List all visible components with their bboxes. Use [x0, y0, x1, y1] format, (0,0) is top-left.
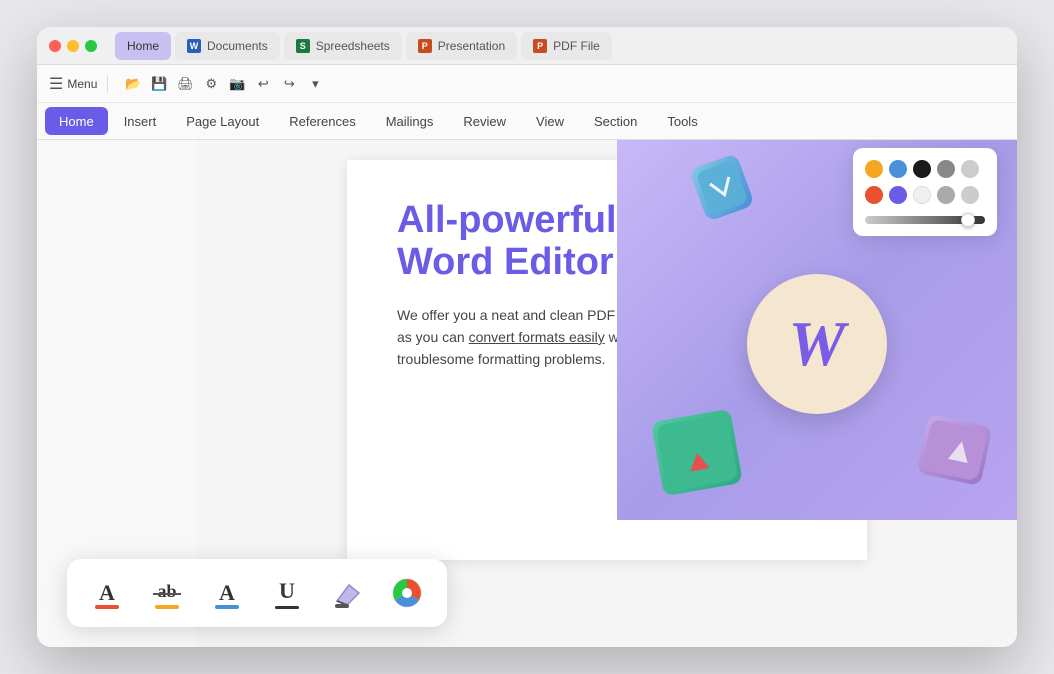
color-white[interactable] — [913, 186, 931, 204]
pdf-icon: P — [533, 39, 547, 53]
nav-mailings-label: Mailings — [386, 114, 434, 129]
color-blue[interactable] — [889, 160, 907, 178]
tab-pdf-label: PDF File — [553, 39, 600, 53]
color-row-2 — [865, 186, 985, 204]
w-logo: W — [789, 307, 846, 381]
color-gray[interactable] — [937, 160, 955, 178]
ribbon-nav: Home Insert Page Layout References Maili… — [37, 103, 1017, 139]
tab-documents-label: Documents — [207, 39, 268, 53]
svg-text:ab: ab — [157, 581, 176, 601]
nav-view[interactable]: View — [522, 107, 578, 135]
tab-presentation-label: Presentation — [438, 39, 505, 53]
titlebar: Home W Documents S Spreedsheets P Presen… — [37, 27, 1017, 65]
svg-text:A: A — [219, 580, 235, 605]
nav-section-label: Section — [594, 114, 637, 129]
color-purple[interactable] — [889, 186, 907, 204]
nav-tools[interactable]: Tools — [653, 107, 711, 135]
tab-home[interactable]: Home — [115, 32, 171, 60]
nav-review-label: Review — [463, 114, 506, 129]
save-icon[interactable]: 💾 — [148, 73, 170, 95]
nav-review[interactable]: Review — [449, 107, 520, 135]
tab-spreadsheets[interactable]: S Spreedsheets — [284, 32, 402, 60]
nav-view-label: View — [536, 114, 564, 129]
nav-page-layout-label: Page Layout — [186, 114, 259, 129]
color-wheel-button[interactable] — [387, 573, 427, 613]
tab-home-label: Home — [127, 39, 159, 53]
color-picker-panel — [853, 148, 997, 236]
color-light-gray-2[interactable] — [961, 186, 979, 204]
text-color-icon: A — [87, 573, 127, 613]
color-black[interactable] — [913, 160, 931, 178]
dropdown-icon[interactable]: ▾ — [304, 73, 326, 95]
tab-presentation[interactable]: P Presentation — [406, 32, 517, 60]
color-wheel-icon — [387, 573, 427, 613]
nav-page-layout[interactable]: Page Layout — [172, 107, 273, 135]
title-line2: Word Editor — [397, 241, 614, 283]
title-line1: All-powerful — [397, 199, 617, 241]
toolbar-separator — [107, 75, 108, 93]
eraser-button[interactable] — [327, 573, 367, 613]
nav-home-label: Home — [59, 114, 94, 129]
traffic-lights — [49, 40, 97, 52]
nav-references[interactable]: References — [275, 107, 369, 135]
underline-icon: U — [267, 573, 307, 613]
font-color-icon: A — [207, 573, 247, 613]
app-window: Home W Documents S Spreedsheets P Presen… — [37, 27, 1017, 647]
minimize-button[interactable] — [67, 40, 79, 52]
color-red[interactable] — [865, 186, 883, 204]
w-coin: W — [747, 274, 887, 414]
underline-text: convert formats easily — [469, 329, 605, 345]
underline-button[interactable]: U — [267, 573, 307, 613]
menu-label: Menu — [67, 77, 97, 91]
word-icon: W — [187, 39, 201, 53]
tab-bar: Home W Documents S Spreedsheets P Presen… — [115, 32, 612, 60]
tab-documents[interactable]: W Documents — [175, 32, 280, 60]
color-light-gray[interactable] — [961, 160, 979, 178]
eraser-icon — [327, 573, 367, 613]
slider-thumb — [961, 213, 975, 227]
svg-text:U: U — [279, 578, 295, 603]
tab-spreadsheets-label: Spreedsheets — [316, 39, 390, 53]
sheets-icon: S — [296, 39, 310, 53]
float-purple-element — [916, 414, 992, 486]
strikethrough-icon: ab — [147, 573, 187, 613]
maximize-button[interactable] — [85, 40, 97, 52]
ppt-icon: P — [418, 39, 432, 53]
nav-insert[interactable]: Insert — [110, 107, 171, 135]
redo-icon[interactable]: ↪ — [278, 73, 300, 95]
brightness-slider[interactable] — [865, 216, 985, 224]
strikethrough-button[interactable]: ab — [147, 573, 187, 613]
color-row-1 — [865, 160, 985, 178]
print-icon[interactable]: 🖨 — [174, 73, 196, 95]
close-button[interactable] — [49, 40, 61, 52]
nav-references-label: References — [289, 114, 355, 129]
nav-home[interactable]: Home — [45, 107, 108, 135]
undo-icon[interactable]: ↩ — [252, 73, 274, 95]
text-color-button[interactable]: A — [87, 573, 127, 613]
float-blue-element — [689, 153, 755, 222]
menu-button[interactable]: ☰ Menu — [49, 74, 97, 94]
bottom-toolbar: A ab A U — [67, 559, 447, 627]
nav-insert-label: Insert — [124, 114, 157, 129]
float-green-element — [651, 409, 743, 497]
nav-section[interactable]: Section — [580, 107, 651, 135]
settings-icon[interactable]: ⚙ — [200, 73, 222, 95]
color-orange[interactable] — [865, 160, 883, 178]
svg-text:A: A — [99, 580, 115, 605]
ribbon: ☰ Menu 📂 💾 🖨 ⚙ 📷 ↩ ↪ ▾ Home Insert — [37, 65, 1017, 140]
color-slider-container — [865, 216, 985, 224]
font-color-button[interactable]: A — [207, 573, 247, 613]
nav-mailings[interactable]: Mailings — [372, 107, 448, 135]
tab-pdf[interactable]: P PDF File — [521, 32, 612, 60]
camera-icon[interactable]: 📷 — [226, 73, 248, 95]
toolbar-icons: 📂 💾 🖨 ⚙ 📷 ↩ ↪ ▾ — [122, 73, 326, 95]
open-file-icon[interactable]: 📂 — [122, 73, 144, 95]
color-medium-gray[interactable] — [937, 186, 955, 204]
nav-tools-label: Tools — [667, 114, 697, 129]
ribbon-toolbar: ☰ Menu 📂 💾 🖨 ⚙ 📷 ↩ ↪ ▾ — [37, 65, 1017, 103]
